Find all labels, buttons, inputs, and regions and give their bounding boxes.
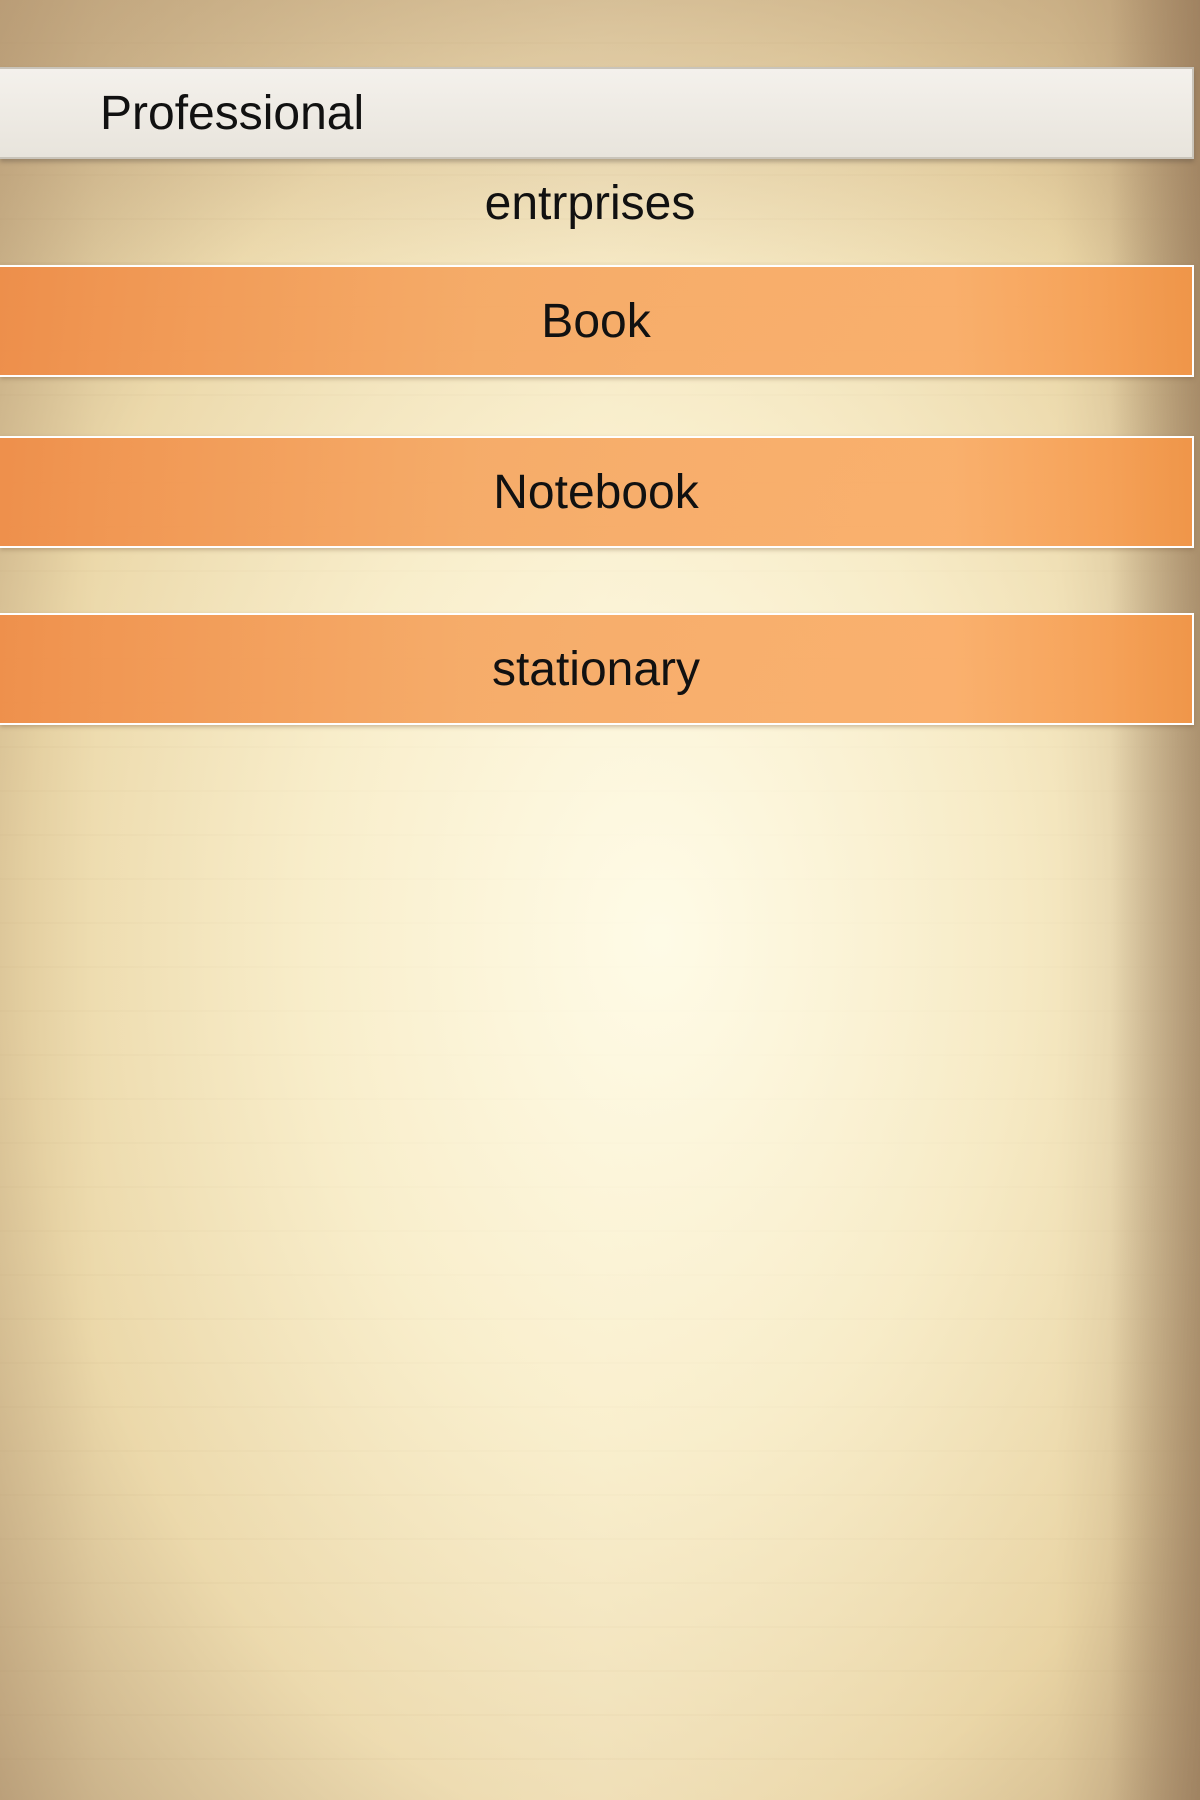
notebook-button[interactable]: Notebook [0,436,1194,548]
book-button-label: Book [541,294,651,348]
notebook-button-label: Notebook [493,465,699,519]
header-bar: Professional [0,67,1194,159]
book-button[interactable]: Book [0,265,1194,377]
page-title: Professional [100,86,365,140]
page-subtitle: entrprises [484,177,696,230]
stationary-button-label: stationary [491,642,701,696]
stationary-button[interactable]: stationary [0,613,1194,725]
